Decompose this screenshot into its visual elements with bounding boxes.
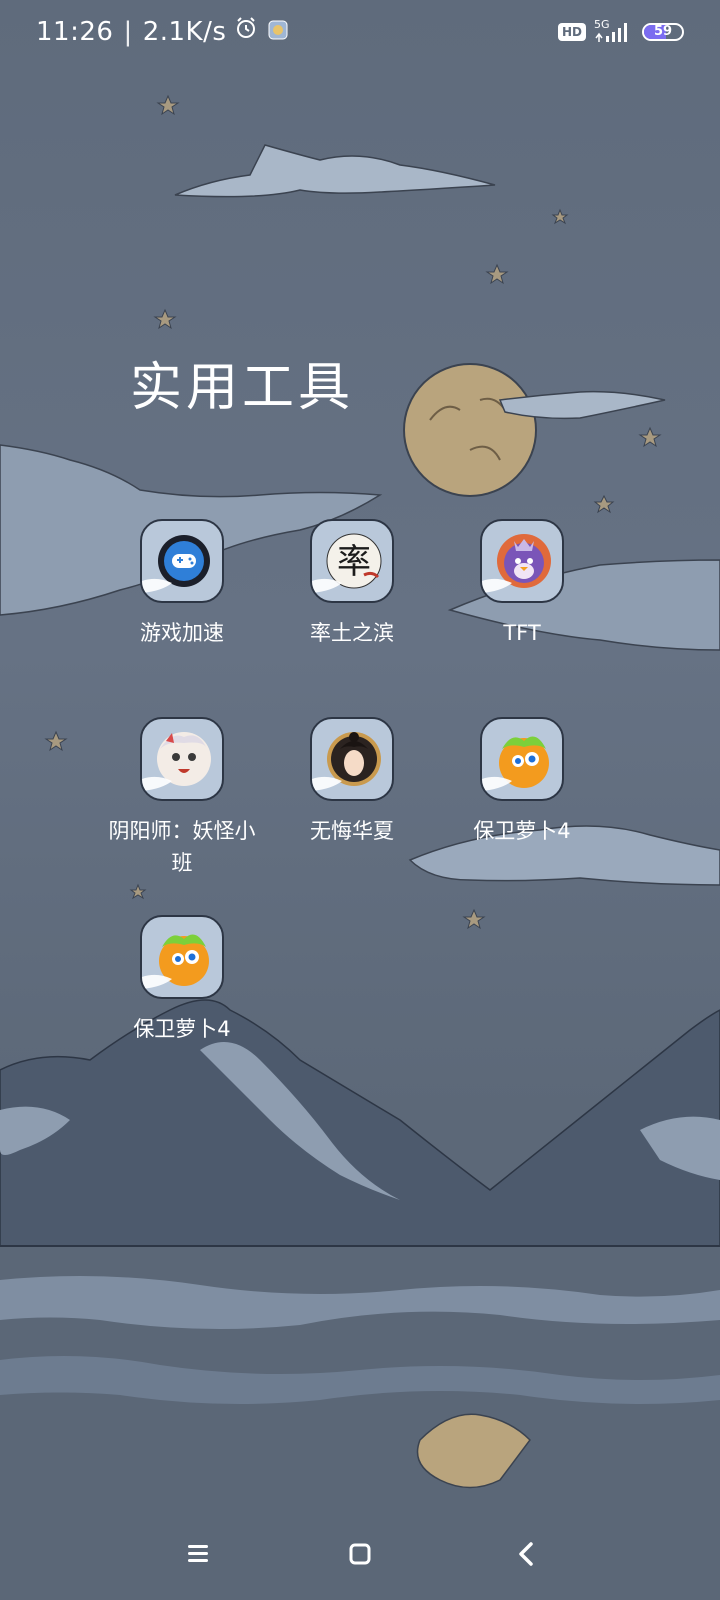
- status-right: HD 5G 59: [557, 18, 684, 44]
- app-label: TFT: [503, 621, 541, 645]
- battery-level: 59: [653, 24, 673, 39]
- app-label: 保卫萝卜4: [133, 1017, 231, 1041]
- menu-icon[interactable]: [176, 1532, 220, 1576]
- app-label: 率土之滨: [310, 621, 394, 645]
- app-label: 阴阳师：妖怪小班: [108, 819, 256, 875]
- battery-icon: 59: [642, 23, 684, 41]
- separator: |: [123, 16, 133, 47]
- wuhui-huaxia-icon[interactable]: [310, 717, 394, 801]
- cloud: [174, 144, 496, 198]
- app-shuaitu[interactable]: 率 率土之滨: [267, 519, 437, 649]
- onmyoji-character-icon[interactable]: [140, 717, 224, 801]
- svg-text:率: 率: [337, 542, 371, 582]
- status-left: 11:26 | 2.1K/s: [36, 16, 288, 47]
- back-icon[interactable]: [505, 1532, 549, 1576]
- app-label: 无悔华夏: [310, 819, 394, 843]
- star: [156, 94, 180, 116]
- app-notification-icon: [268, 17, 288, 47]
- star: [485, 263, 509, 285]
- star: [462, 908, 486, 930]
- star: [593, 494, 615, 514]
- star: [129, 883, 147, 900]
- app-carrot-defense-4-second[interactable]: 保卫萝卜4: [97, 915, 267, 1045]
- moon: [403, 363, 537, 497]
- app-game-accelerator[interactable]: 游戏加速: [97, 519, 267, 649]
- app-label: 保卫萝卜4: [473, 819, 571, 843]
- carrot-defense-icon[interactable]: [480, 717, 564, 801]
- folder-title: 实用工具: [130, 358, 355, 418]
- shuaitu-logo-icon[interactable]: 率: [310, 519, 394, 603]
- network-speed: 2.1K/s: [142, 16, 227, 47]
- app-wuhui-huaxia[interactable]: 无悔华夏: [267, 717, 437, 847]
- app-label: 游戏加速: [140, 621, 224, 645]
- star: [551, 208, 569, 225]
- alarm-icon: [234, 16, 258, 47]
- hd-badge: HD: [557, 23, 586, 41]
- carrot-defense-icon[interactable]: [140, 915, 224, 999]
- star: [638, 426, 662, 448]
- navigation-bar: [0, 1510, 720, 1600]
- clock: 11:26: [36, 16, 114, 47]
- star: [153, 308, 177, 330]
- signal-icon: 5G: [594, 18, 634, 44]
- star: [44, 730, 68, 752]
- home-icon[interactable]: [338, 1532, 382, 1576]
- app-tft[interactable]: TFT: [437, 519, 607, 649]
- game-controller-icon[interactable]: [140, 519, 224, 603]
- tft-penguin-icon[interactable]: [480, 519, 564, 603]
- app-carrot-defense-4[interactable]: 保卫萝卜4: [437, 717, 607, 847]
- app-onmyoji[interactable]: 阴阳师：妖怪小班: [97, 717, 267, 879]
- status-bar: 11:26 | 2.1K/s HD 5G 59: [0, 0, 720, 70]
